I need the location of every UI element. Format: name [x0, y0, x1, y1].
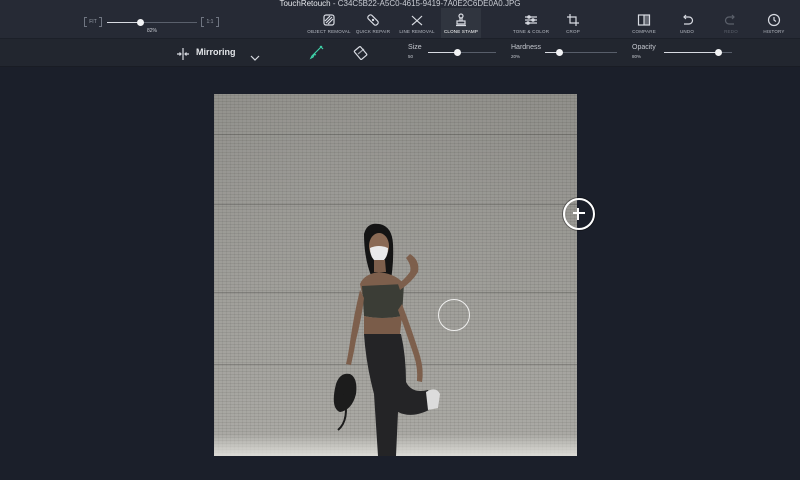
stamp-icon [454, 13, 468, 27]
bandage-icon [366, 13, 380, 27]
zoom-slider[interactable] [107, 19, 197, 26]
object-removal-icon [322, 13, 336, 27]
opacity-slider-fill [664, 52, 719, 53]
undo-icon [680, 13, 694, 27]
woman-figure [333, 223, 440, 456]
photo-image[interactable] [214, 94, 577, 456]
opacity-label: Opacity [632, 44, 656, 51]
zoom-fit-label: FIT [89, 19, 97, 25]
opacity-value: 80% [632, 54, 642, 59]
hardness-label: Hardness [511, 44, 541, 51]
title-separator: - [330, 0, 338, 8]
zoom-1to1-label: 1:1 [206, 19, 214, 25]
opacity-slider-knob[interactable] [715, 49, 723, 56]
size-label: Size [408, 44, 422, 51]
eraser-icon[interactable] [353, 44, 369, 61]
editing-canvas[interactable] [0, 67, 800, 480]
chevron-down-icon[interactable] [250, 49, 260, 61]
tool-options-bar: Mirroring Size 50 Hardness 20% Opacity 8… [0, 39, 800, 67]
mirror-arrows-icon[interactable] [176, 47, 190, 60]
tool-quick-repair-label: QUICK REPAIR [355, 29, 391, 34]
compare-icon [637, 13, 651, 27]
tool-history[interactable]: HISTORY [760, 8, 788, 38]
zoom-slider-knob[interactable] [137, 19, 145, 26]
app-name: TouchRetouch [279, 0, 331, 8]
tool-object-removal[interactable]: OBJECT REMOVAL [307, 8, 351, 38]
tool-crop[interactable]: CROP [562, 8, 584, 38]
zoom-1to1-button[interactable]: 1:1 [201, 17, 219, 27]
tool-clone-stamp-label: CLONE STAMP [443, 29, 479, 34]
tool-quick-repair[interactable]: QUICK REPAIR [354, 8, 392, 38]
size-value: 50 [408, 54, 414, 59]
tool-undo-label: UNDO [679, 29, 695, 34]
brush-icon[interactable] [309, 44, 325, 60]
tool-compare-label: COMPARE [632, 29, 656, 34]
history-clock-icon [767, 13, 781, 27]
hardness-slider[interactable] [545, 49, 617, 56]
tool-tone-color-label: TONE & COLOR [512, 29, 550, 34]
tool-compare[interactable]: COMPARE [629, 8, 659, 38]
tool-redo-label: REDO [724, 29, 738, 34]
clone-mode-selector[interactable]: Mirroring [196, 47, 236, 57]
main-toolbar: FIT 82% 1:1 OBJECT REMOVAL QUICK REPAIR … [0, 8, 800, 39]
tool-line-removal-label: LINE REMOVAL [399, 29, 435, 34]
tool-crop-label: CROP [566, 29, 580, 34]
size-slider-knob[interactable] [453, 49, 461, 56]
tool-line-removal[interactable]: LINE REMOVAL [397, 8, 437, 38]
tool-undo[interactable]: UNDO [676, 8, 698, 38]
hardness-slider-knob[interactable] [556, 49, 564, 56]
size-slider-fill [428, 52, 457, 53]
sliders-icon [524, 13, 538, 27]
tool-history-label: HISTORY [763, 29, 785, 34]
hardness-value: 20% [511, 54, 521, 59]
redo-icon [724, 13, 738, 27]
brush-cursor [438, 299, 470, 331]
zoom-value: 82% [146, 28, 157, 34]
tool-redo[interactable]: REDO [720, 8, 742, 38]
size-slider[interactable] [428, 49, 496, 56]
crop-icon [566, 13, 580, 27]
tool-clone-stamp[interactable]: CLONE STAMP [441, 8, 481, 38]
zoom-fit-button[interactable]: FIT [84, 17, 102, 27]
window-title-bar: TouchRetouch - C34C5B22-A5C0-4615-9419-7… [0, 0, 800, 8]
file-name: C34C5B22-A5C0-4615-9419-7A0E2C6DE0A0.JPG [337, 0, 521, 8]
clone-source-marker[interactable] [563, 198, 595, 230]
tool-object-removal-label: OBJECT REMOVAL [307, 29, 351, 34]
zoom-slider-fill [107, 22, 141, 23]
line-removal-icon [410, 13, 424, 27]
tool-tone-color[interactable]: TONE & COLOR [510, 8, 552, 38]
opacity-slider[interactable] [664, 49, 732, 56]
